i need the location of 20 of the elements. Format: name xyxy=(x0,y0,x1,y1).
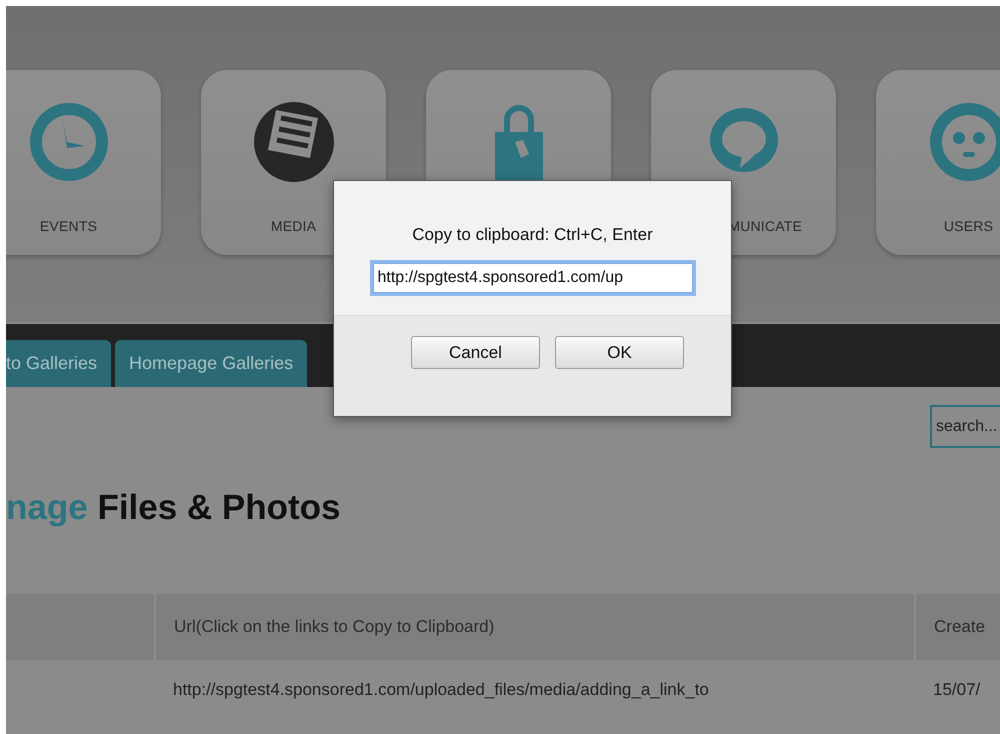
tab[interactable]: Homepage Galleries xyxy=(115,340,308,387)
page-title: nage Files & Photos xyxy=(6,488,342,528)
dialog-message: Copy to clipboard: Ctrl+C, Enter xyxy=(412,225,653,245)
menu-tile[interactable]: USERS xyxy=(876,70,1000,255)
url-link[interactable]: http://spgtest4.sponsored1.com/uploaded_files/media/adding_a_link_to xyxy=(155,660,915,720)
search-field[interactable]: search... xyxy=(930,405,1000,448)
column-header: Create xyxy=(915,594,1000,660)
menu-tile[interactable]: EVENTS xyxy=(6,70,161,255)
url-field[interactable]: http://spgtest4.sponsored1.com/up xyxy=(372,263,692,293)
document-icon xyxy=(254,102,334,182)
column-header: Url(Click on the links to Copy to Clipboard) xyxy=(155,594,915,660)
tab[interactable]: to Galleries xyxy=(6,340,112,387)
tile-label: MEDIA xyxy=(270,218,316,234)
tile-label: EVENTS xyxy=(40,218,98,234)
ok-button[interactable]: OK xyxy=(555,336,684,369)
smiley-icon xyxy=(928,102,1000,182)
cancel-button[interactable]: Cancel xyxy=(411,336,540,369)
tile-label: USERS xyxy=(944,218,994,234)
table-cell: 15/07/ xyxy=(915,660,1000,720)
clock-icon xyxy=(28,102,108,182)
